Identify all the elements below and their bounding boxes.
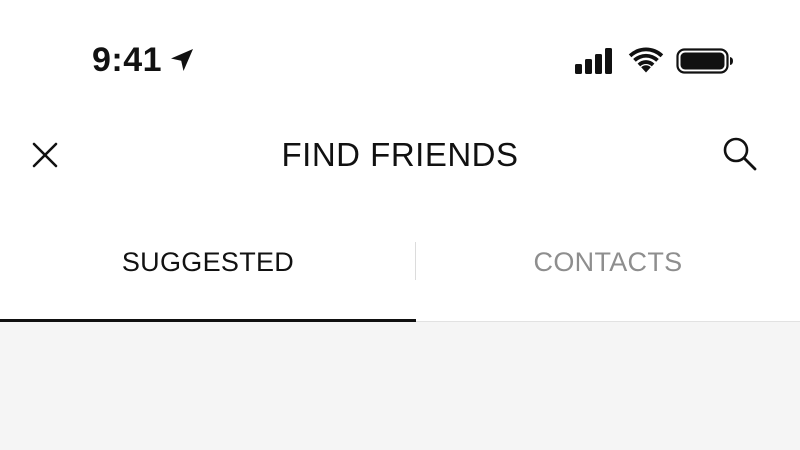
tab-suggested[interactable]: SUGGESTED xyxy=(0,226,416,322)
wifi-icon xyxy=(628,47,664,73)
find-friends-screen: 9:41 FIND FRIENDS SUGGESTED CONTACTS xyxy=(0,0,800,450)
status-time: 9:41 xyxy=(92,41,163,79)
tab-divider xyxy=(415,242,416,280)
tab-contacts[interactable]: CONTACTS xyxy=(416,226,800,322)
status-indicators xyxy=(574,44,734,78)
content-area xyxy=(0,322,800,450)
battery-full-icon xyxy=(676,48,733,74)
cellular-signal-icon xyxy=(575,48,612,74)
tab-bar: SUGGESTED CONTACTS xyxy=(0,226,800,322)
search-button[interactable] xyxy=(716,130,764,178)
status-bar: 9:41 xyxy=(0,0,800,110)
status-time-group: 9:41 xyxy=(92,38,196,82)
location-arrow-icon xyxy=(171,49,194,71)
header-bar: FIND FRIENDS xyxy=(0,118,800,190)
search-icon xyxy=(723,137,757,171)
tab-suggested-label: SUGGESTED xyxy=(121,247,295,277)
page-title: FIND FRIENDS xyxy=(281,136,519,173)
tab-contacts-label: CONTACTS xyxy=(533,247,683,277)
